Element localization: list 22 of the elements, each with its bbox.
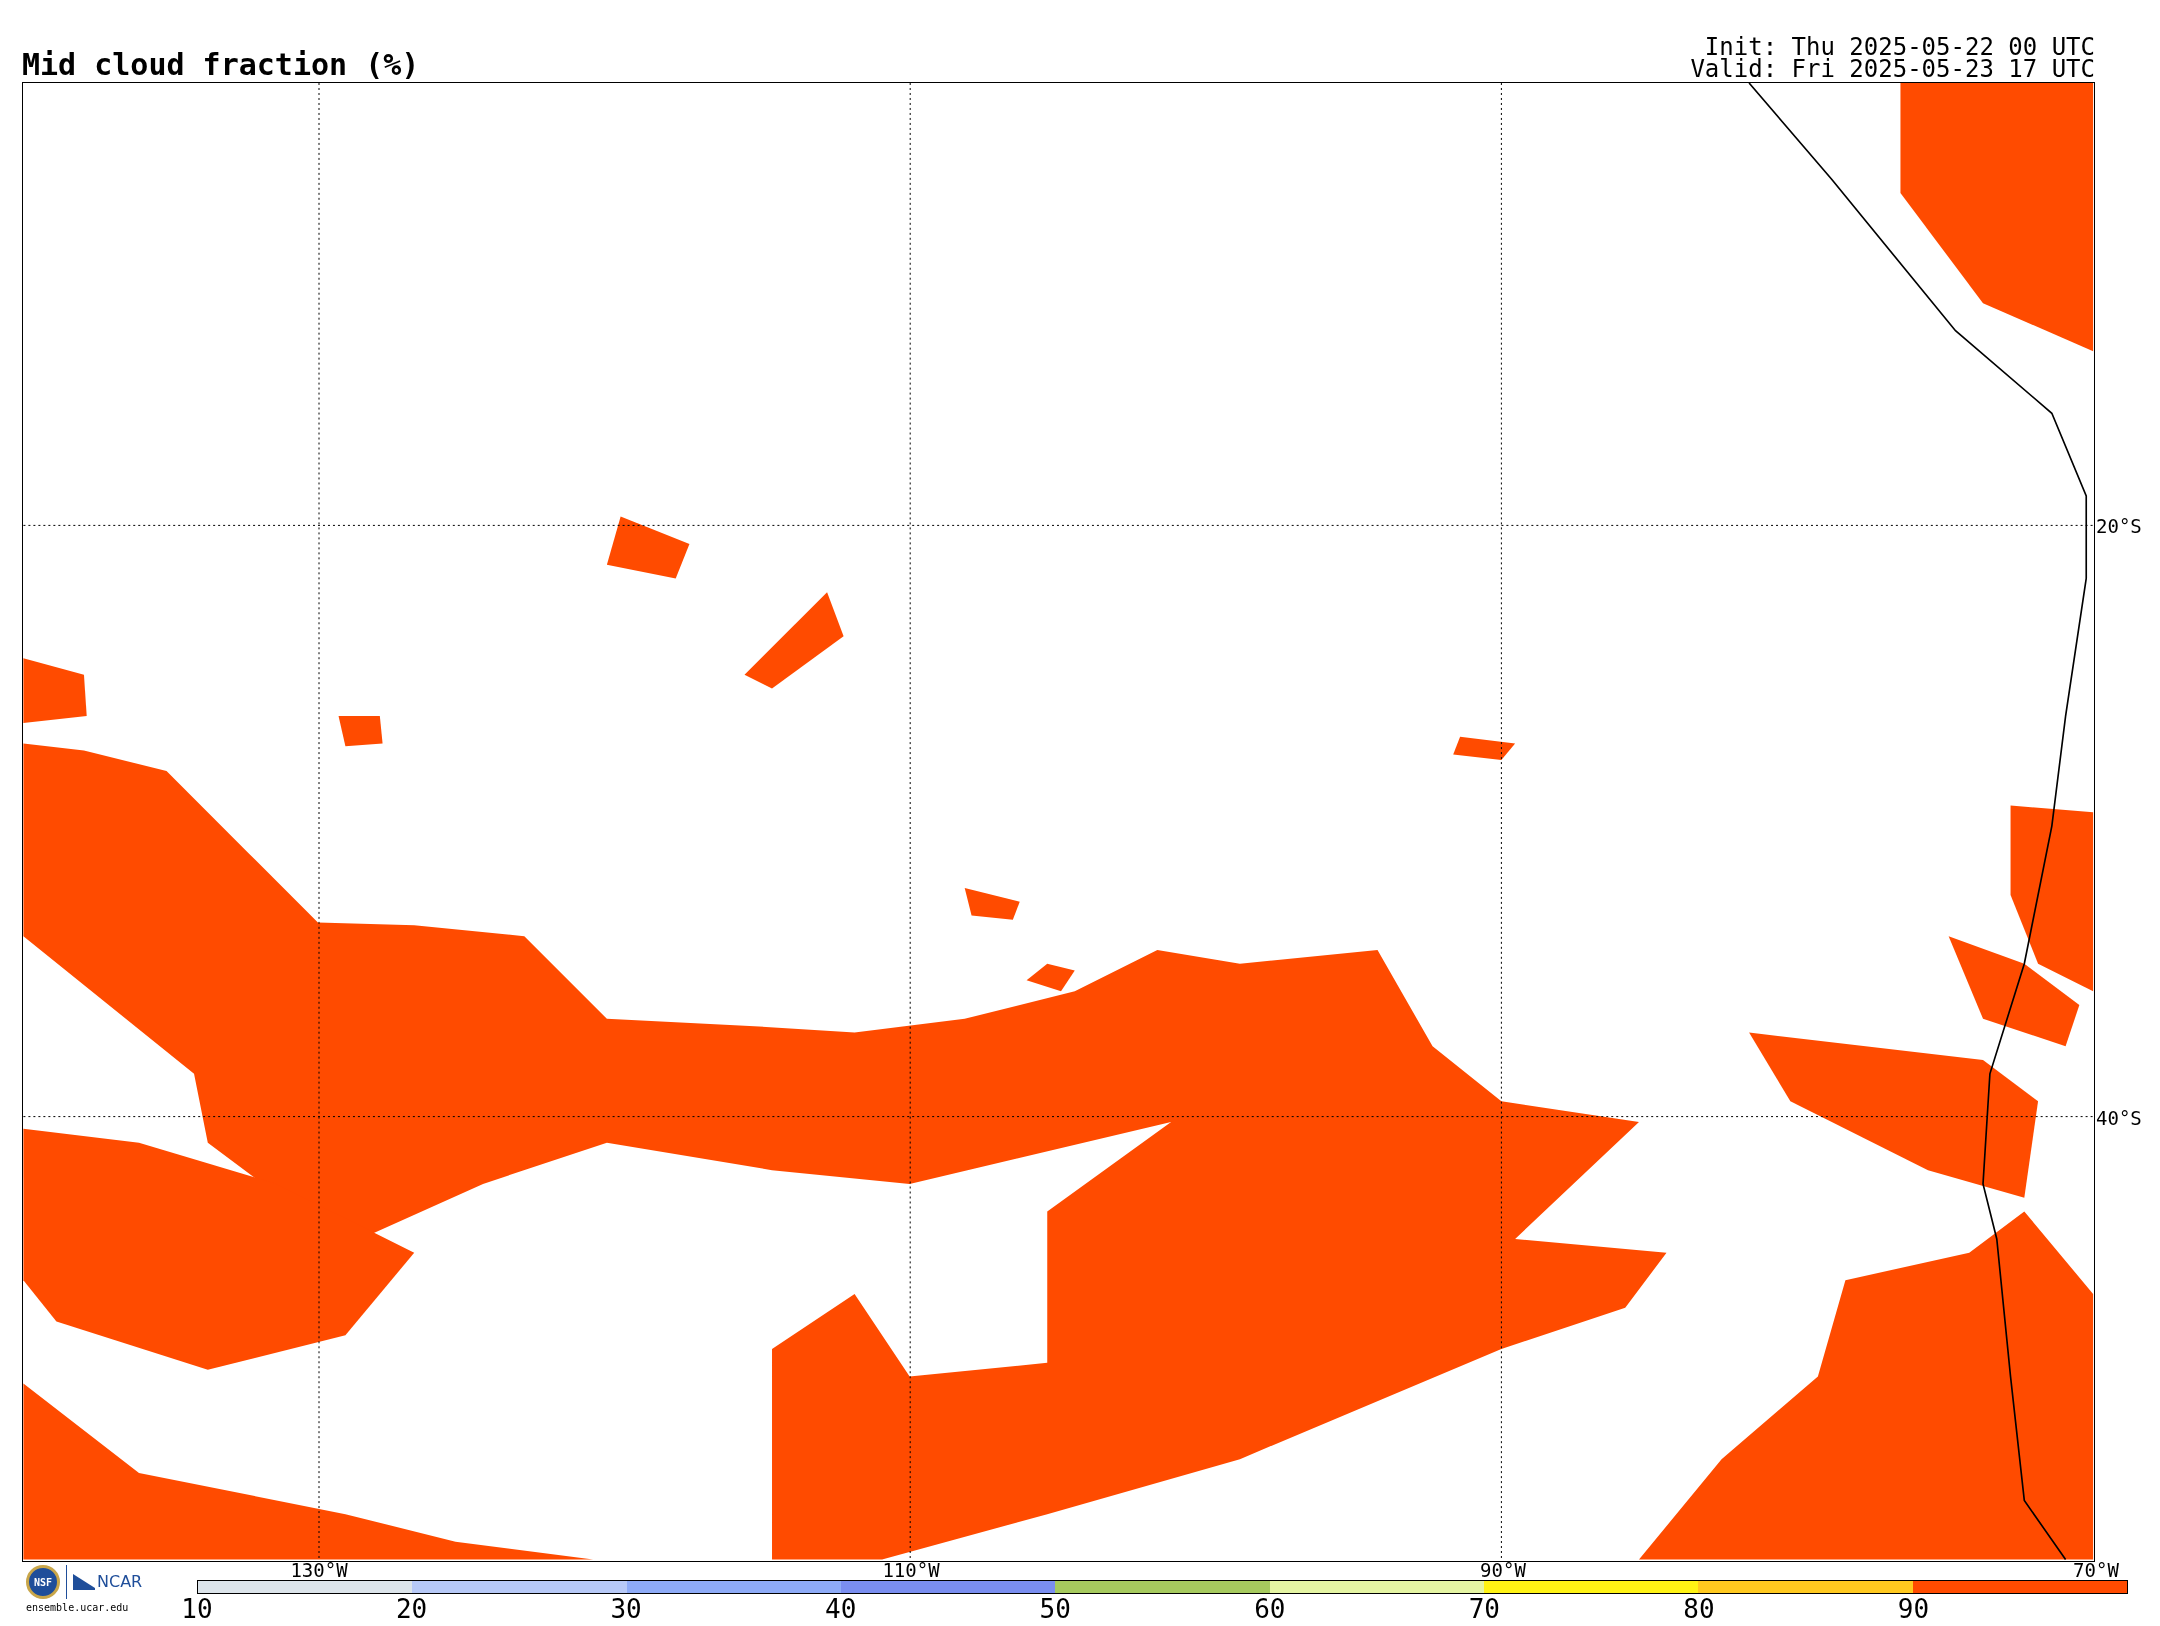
run-time-label: Init: Thu 2025-05-22 00 UTC (1704, 36, 2095, 58)
longitude-label: 70°W (2073, 1561, 2119, 1580)
colorbar-tick-label: 10 (181, 1596, 213, 1622)
run-time-label: Valid: Fri 2025-05-23 17 UTC (1690, 58, 2095, 80)
colorbar-tick-label: 60 (1254, 1596, 1286, 1622)
logo-text: NCAR (97, 1574, 143, 1590)
longitude-label: 130°W (290, 1561, 348, 1580)
chart-title: Mid cloud fraction (%) (22, 50, 420, 80)
colorbar-tick-label: 80 (1683, 1596, 1715, 1622)
colorbar-tick-label: 50 (1039, 1596, 1071, 1622)
longitude-label: 110°W (882, 1561, 940, 1580)
colorbar-tick-label: 70 (1468, 1596, 1501, 1622)
colorbar-tick-label: 40 (825, 1596, 857, 1622)
longitude-label: 90°W (1480, 1561, 1526, 1580)
logo-icon (73, 1574, 95, 1590)
colorbar-tick-label: 30 (610, 1596, 642, 1622)
latitude-label: 40°S (2096, 1108, 2142, 1128)
colorbar-tick-label: 20 (395, 1596, 428, 1622)
latitude-label: 20°S (2096, 516, 2142, 536)
colorbar-tick-label: 90 (1897, 1596, 1930, 1622)
seal-logo: NSF (26, 1565, 60, 1599)
website-label: ensemble.ucar.edu (26, 1603, 130, 1613)
